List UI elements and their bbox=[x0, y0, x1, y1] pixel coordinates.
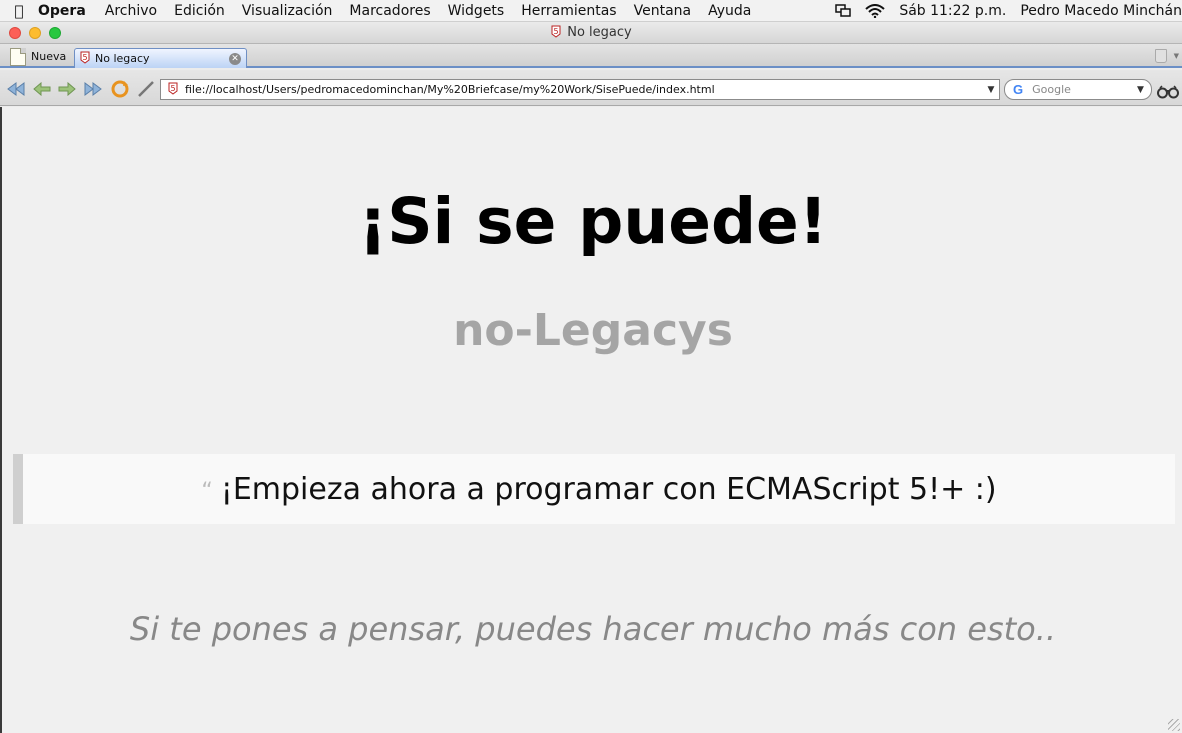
search-dropdown-icon[interactable]: ▼ bbox=[1137, 85, 1151, 95]
menu-visualizacion[interactable]: Visualización bbox=[242, 3, 333, 19]
quote-text: ¡Empieza ahora a programar con ECMAScrip… bbox=[220, 471, 997, 507]
url-input[interactable]: file://localhost/Users/pedromacedomincha… bbox=[185, 83, 983, 96]
reload-icon[interactable] bbox=[110, 80, 130, 98]
menubar-clock[interactable]: Sáb 11:22 p.m. bbox=[899, 3, 1006, 19]
rewind-icon[interactable] bbox=[6, 80, 26, 98]
wand-icon[interactable] bbox=[136, 80, 156, 98]
system-menu-bar:  Opera Archivo Edición Visualización Ma… bbox=[0, 0, 1182, 22]
search-box[interactable]: G Google ▼ bbox=[1004, 79, 1152, 100]
new-tab-label: Nueva bbox=[31, 50, 67, 63]
wifi-icon[interactable] bbox=[865, 4, 885, 18]
window-title: 5 No legacy bbox=[0, 25, 1182, 42]
page-title: ¡Si se puede! bbox=[358, 185, 828, 258]
blockquote: “ ¡Empieza ahora a programar con ECMAScr… bbox=[13, 454, 1175, 524]
tab-bar: Nueva 5 No legacy ✕ ▼ bbox=[0, 44, 1182, 68]
menu-app-name[interactable]: Opera bbox=[38, 3, 86, 19]
chevron-down-icon[interactable]: ▼ bbox=[1174, 52, 1179, 60]
address-dropdown-icon[interactable]: ▼ bbox=[983, 85, 999, 95]
svg-text:5: 5 bbox=[554, 27, 559, 36]
address-favicon-icon: 5 bbox=[167, 82, 179, 98]
tab-label: No legacy bbox=[95, 52, 150, 65]
new-document-icon bbox=[10, 47, 26, 66]
menu-marcadores[interactable]: Marcadores bbox=[349, 3, 430, 19]
menubar-user[interactable]: Pedro Macedo Minchán bbox=[1020, 3, 1182, 19]
quote-mark-icon: “ bbox=[201, 478, 213, 504]
binoculars-icon[interactable] bbox=[1157, 84, 1179, 103]
page-subtitle: no-Legacys bbox=[453, 305, 733, 356]
menu-ventana[interactable]: Ventana bbox=[634, 3, 692, 19]
search-input[interactable]: Google bbox=[1032, 83, 1137, 96]
tab-no-legacy[interactable]: 5 No legacy ✕ bbox=[74, 48, 247, 68]
favicon-icon: 5 bbox=[550, 25, 562, 42]
navigation-toolbar: 5 file://localhost/Users/pedromacedominc… bbox=[0, 70, 1182, 106]
svg-text:5: 5 bbox=[170, 84, 175, 93]
menu-ayuda[interactable]: Ayuda bbox=[708, 3, 751, 19]
window-title-bar[interactable]: 5 No legacy bbox=[0, 22, 1182, 44]
address-bar[interactable]: 5 file://localhost/Users/pedromacedominc… bbox=[160, 79, 1000, 100]
svg-text:5: 5 bbox=[82, 53, 87, 62]
trash-icon[interactable] bbox=[1155, 49, 1167, 63]
menu-widgets[interactable]: Widgets bbox=[448, 3, 505, 19]
menu-herramientas[interactable]: Herramientas bbox=[521, 3, 616, 19]
page-content: ¡Si se puede! no-Legacys “ ¡Empieza ahor… bbox=[0, 107, 1182, 733]
menu-edicion[interactable]: Edición bbox=[174, 3, 225, 19]
back-arrow-icon[interactable] bbox=[32, 80, 52, 98]
tagline: Si te pones a pensar, puedes hacer mucho… bbox=[129, 610, 1057, 648]
tab-favicon-icon: 5 bbox=[79, 51, 91, 67]
menu-archivo[interactable]: Archivo bbox=[105, 3, 157, 19]
fast-forward-icon[interactable] bbox=[83, 80, 103, 98]
tab-close-icon[interactable]: ✕ bbox=[229, 53, 241, 65]
forward-arrow-icon[interactable] bbox=[57, 80, 77, 98]
apple-icon[interactable]:  bbox=[0, 2, 38, 20]
resize-grip-icon[interactable] bbox=[1168, 719, 1180, 731]
window-title-text: No legacy bbox=[567, 25, 632, 40]
new-tab-button[interactable]: Nueva bbox=[10, 47, 66, 66]
status-area: Sáb 11:22 p.m. Pedro Macedo Minchán bbox=[821, 0, 1182, 22]
google-icon: G bbox=[1013, 82, 1024, 97]
screen-mirror-icon[interactable] bbox=[835, 4, 852, 18]
